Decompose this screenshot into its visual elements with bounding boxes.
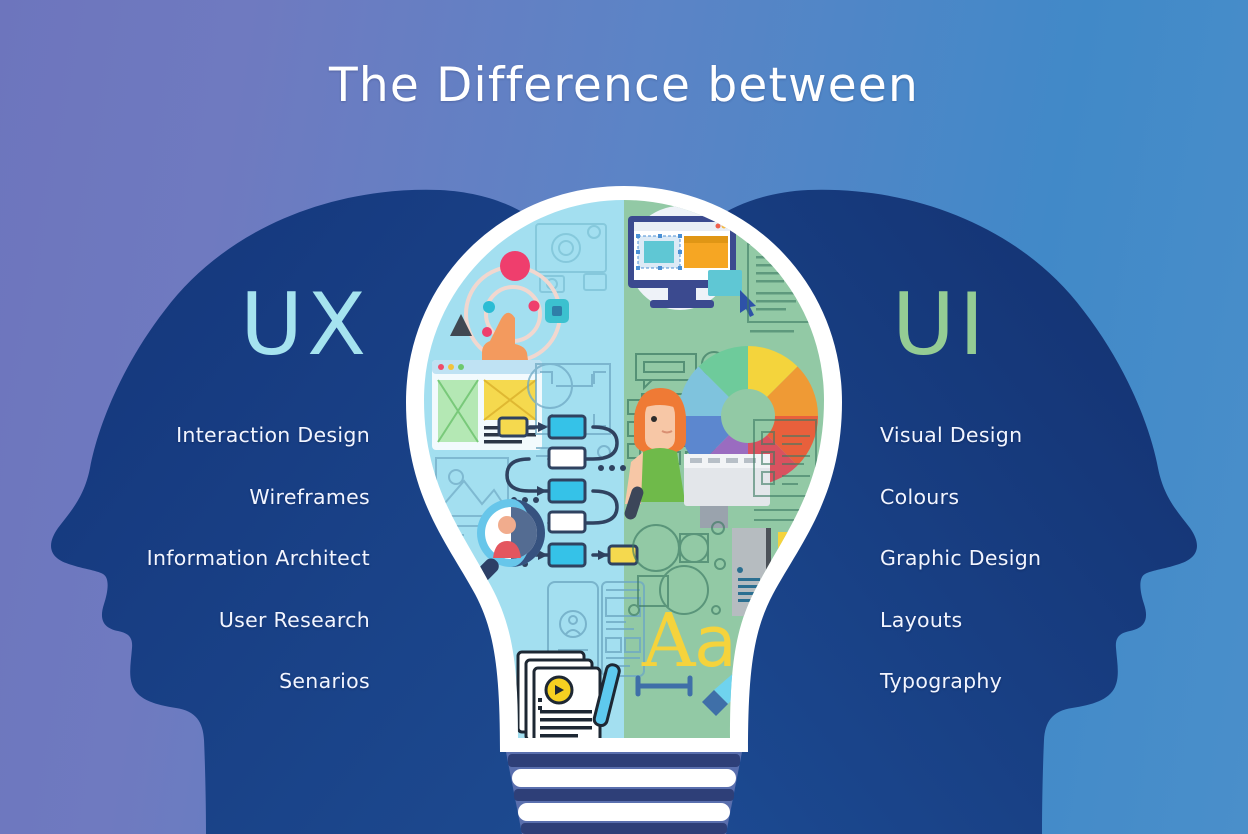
- list-item: Layouts: [880, 607, 963, 632]
- ux-list: Interaction Design Wireframes Informatio…: [70, 425, 370, 733]
- page-title: The Difference between: [329, 58, 919, 113]
- svg-text:a: a: [694, 601, 737, 683]
- list-item: Graphic Design: [880, 546, 1042, 570]
- lightbulb-graphic: A a: [388, 186, 860, 834]
- bulb-base: [506, 752, 742, 834]
- list-item: Information Architect: [146, 546, 370, 570]
- list-item: Typography: [880, 669, 1003, 693]
- infographic-canvas: The Difference between UX Interaction De…: [0, 0, 1248, 834]
- ui-heading: UI: [892, 275, 989, 375]
- lightbulb-svg: A a: [406, 186, 842, 834]
- list-item: Interaction Design: [176, 423, 370, 447]
- ux-heading: UX: [240, 275, 370, 375]
- ui-list: Visual Design Colours Graphic Design Lay…: [880, 425, 1200, 733]
- svg-text:A: A: [641, 598, 697, 684]
- list-item: Colours: [880, 484, 960, 509]
- list-item: Senarios: [279, 669, 370, 693]
- list-item: Visual Design: [880, 423, 1023, 447]
- list-item: User Research: [218, 607, 370, 632]
- list-item: Wireframes: [249, 484, 370, 509]
